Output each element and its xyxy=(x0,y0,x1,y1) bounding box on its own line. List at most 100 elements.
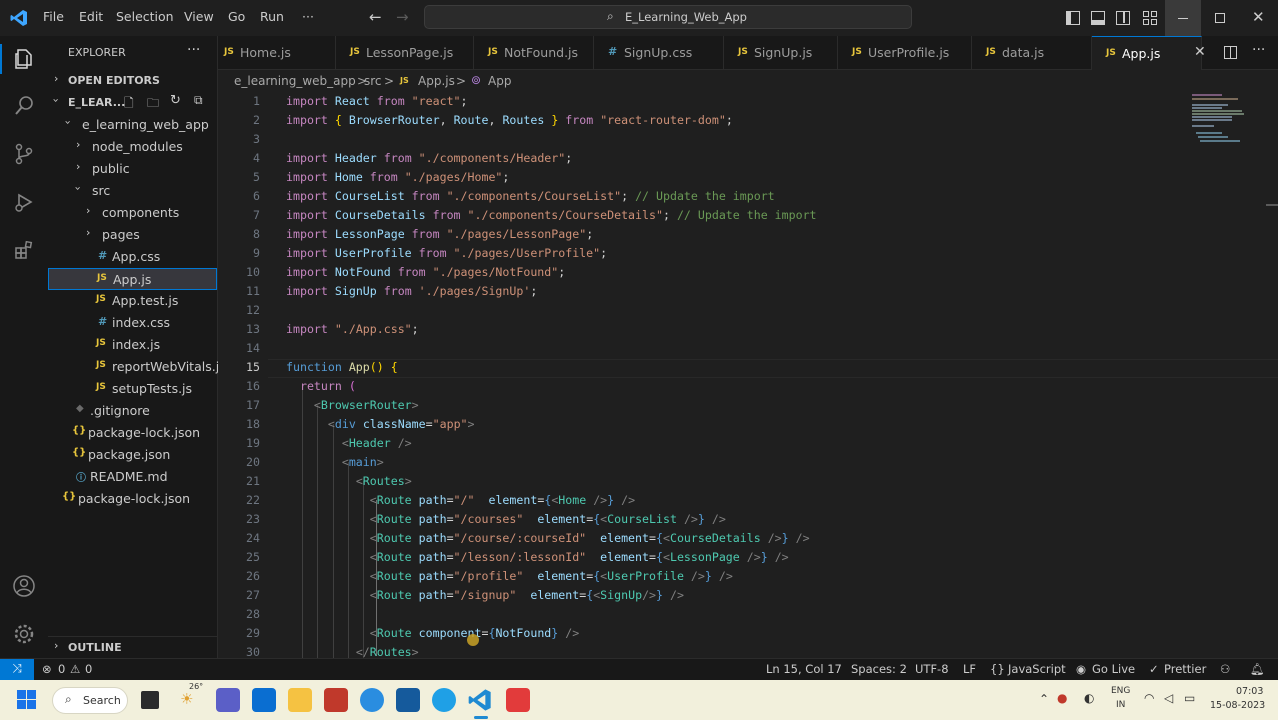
close-tab-icon[interactable]: ✕ xyxy=(1194,44,1206,60)
more-actions-icon[interactable]: ··· xyxy=(187,42,200,58)
menu-run[interactable]: Run xyxy=(260,9,284,24)
wifi-icon[interactable]: ◠ xyxy=(1144,691,1154,705)
extensions-icon[interactable] xyxy=(10,236,38,264)
minimize-button[interactable] xyxy=(1165,0,1201,36)
restore-button[interactable] xyxy=(1215,13,1225,23)
windows-start-icon[interactable] xyxy=(17,690,37,710)
tree-item-gitignore[interactable]: ◆ .gitignore xyxy=(48,400,217,422)
open-editors-section[interactable]: › OPEN EDITORS xyxy=(48,70,217,92)
tree-item-app-test-js[interactable]: JS App.test.js xyxy=(48,290,217,312)
manage-gear-icon[interactable] xyxy=(10,620,38,648)
new-file-icon[interactable]: 🗋 xyxy=(124,94,134,115)
menu-file[interactable]: File xyxy=(43,9,64,24)
remote-indicator-icon[interactable]: ⤨ xyxy=(0,659,34,681)
split-editor-icon[interactable] xyxy=(1224,46,1237,59)
tree-item-package-lock-json[interactable]: {} package-lock.json xyxy=(48,422,217,444)
customize-layout-icon[interactable] xyxy=(1143,11,1157,25)
command-center-search[interactable]: ⌕ E_Learning_Web_App xyxy=(424,5,912,29)
tree-item-package-json[interactable]: {} package.json xyxy=(48,444,217,466)
menu-edit[interactable]: Edit xyxy=(79,9,103,24)
menu-view[interactable]: View xyxy=(184,9,214,24)
tree-item-pages[interactable]: › pages xyxy=(48,224,217,246)
menu-go[interactable]: Go xyxy=(228,9,245,24)
new-folder-icon[interactable]: 🗀 xyxy=(147,94,159,115)
errors-count[interactable]: 0 xyxy=(58,662,65,676)
breadcrumb-folder[interactable]: e_learning_web_app xyxy=(234,74,356,88)
outline-section[interactable]: › OUTLINE xyxy=(48,636,217,658)
tab-home-js[interactable]: JS Home.js xyxy=(218,36,336,70)
file-explorer-icon[interactable] xyxy=(288,688,312,712)
tray-volume-icon[interactable]: ◐ xyxy=(1084,691,1094,705)
task-view-icon[interactable] xyxy=(141,691,159,709)
region-indicator[interactable]: IN xyxy=(1116,700,1125,710)
tree-item-index-css[interactable]: # index.css xyxy=(48,312,217,334)
tree-item-readme-md[interactable]: ⓘ README.md xyxy=(48,466,217,488)
forward-arrow-icon[interactable]: → xyxy=(396,8,409,26)
language-mode[interactable]: JavaScript xyxy=(1008,662,1066,676)
tab-signup-js[interactable]: JS SignUp.js xyxy=(724,36,838,70)
clock-date[interactable]: 15-08-2023 xyxy=(1210,700,1265,711)
teams-chat-icon[interactable] xyxy=(216,688,240,712)
tree-item-src[interactable]: › src xyxy=(48,180,217,202)
warnings-icon[interactable]: ⚠ xyxy=(70,662,80,676)
breadcrumb-symbol[interactable]: App xyxy=(488,74,511,88)
workspace-section[interactable]: › E_LEAR... 🗋 🗀 ↻ ⧉ xyxy=(48,92,217,114)
tab-notfound-js[interactable]: JS NotFound.js xyxy=(474,36,594,70)
language-indicator[interactable]: ENG xyxy=(1111,686,1130,696)
prettier-status[interactable]: Prettier xyxy=(1164,662,1206,676)
screen-recorder-icon[interactable] xyxy=(506,688,530,712)
breadcrumb-file[interactable]: App.js xyxy=(418,74,455,88)
vscode-taskbar-icon[interactable] xyxy=(468,688,492,712)
source-control-icon[interactable] xyxy=(10,140,38,168)
tab-signup-css[interactable]: # SignUp.css xyxy=(594,36,724,70)
tab-app-js[interactable]: JS App.js xyxy=(1092,36,1202,70)
accounts-icon[interactable] xyxy=(10,572,38,600)
toggle-secondary-sidebar-icon[interactable] xyxy=(1116,11,1130,25)
tree-item-package-lock-json[interactable]: {} package-lock.json xyxy=(48,488,217,510)
toggle-sidebar-icon[interactable] xyxy=(1066,11,1080,25)
tray-app-icon[interactable]: ● xyxy=(1057,691,1067,705)
tab-userprofile-js[interactable]: JS UserProfile.js xyxy=(838,36,972,70)
edge-dev-icon[interactable] xyxy=(360,688,384,712)
tree-item-e-learning-web-app[interactable]: › e_learning_web_app xyxy=(48,114,217,136)
speaker-icon[interactable]: ◁ xyxy=(1164,691,1173,705)
run-debug-icon[interactable] xyxy=(10,188,38,216)
mcafee-icon[interactable] xyxy=(324,688,348,712)
minimap[interactable] xyxy=(1188,92,1268,152)
notifications-bell-icon[interactable]: 🔔︎ xyxy=(1250,662,1265,676)
refresh-icon[interactable]: ↻ xyxy=(170,93,181,108)
show-hidden-icons-icon[interactable]: ⌃ xyxy=(1039,692,1049,706)
store-icon[interactable] xyxy=(396,688,420,712)
indentation[interactable]: Spaces: 2 xyxy=(851,662,907,676)
code-editor[interactable]: 1 import React from "react"; 2 import { Br… xyxy=(218,92,1278,658)
tree-item-node-modules[interactable]: › node_modules xyxy=(48,136,217,158)
search-icon[interactable] xyxy=(10,92,38,120)
toggle-panel-icon[interactable] xyxy=(1091,11,1105,25)
tree-item-public[interactable]: › public xyxy=(48,158,217,180)
tree-item-setuptests-js[interactable]: JS setupTests.js xyxy=(48,378,217,400)
edge-browser-icon[interactable] xyxy=(432,688,456,712)
tab-data-js[interactable]: JS data.js xyxy=(972,36,1092,70)
explorer-icon[interactable] xyxy=(10,45,38,73)
battery-icon[interactable]: ▭ xyxy=(1184,691,1195,705)
encoding[interactable]: UTF-8 xyxy=(915,662,949,676)
cursor-position[interactable]: Ln 15, Col 17 xyxy=(766,662,842,676)
clock-time[interactable]: 07:03 xyxy=(1236,686,1263,697)
weather-widget-icon[interactable]: ☀ 26° xyxy=(180,682,204,712)
tab-lessonpage-js[interactable]: JS LessonPage.js xyxy=(336,36,474,70)
menu-selection[interactable]: Selection xyxy=(116,9,174,24)
go-live-button[interactable]: Go Live xyxy=(1092,662,1135,676)
errors-icon[interactable]: ⊗ xyxy=(42,662,52,676)
back-arrow-icon[interactable]: ← xyxy=(369,8,382,26)
editor-more-actions-icon[interactable]: ··· xyxy=(1252,42,1265,58)
tree-item-components[interactable]: › components xyxy=(48,202,217,224)
breadcrumb-src[interactable]: src xyxy=(364,74,382,88)
tree-item-app-js[interactable]: JS App.js xyxy=(48,268,217,290)
collapse-all-icon[interactable]: ⧉ xyxy=(194,93,203,108)
accounts-status-icon[interactable]: ⚇ xyxy=(1220,662,1230,676)
warnings-count[interactable]: 0 xyxy=(85,662,92,676)
close-window-button[interactable]: ✕ xyxy=(1252,8,1265,26)
tree-item-app-css[interactable]: # App.css xyxy=(48,246,217,268)
tree-item-index-js[interactable]: JS index.js xyxy=(48,334,217,356)
tree-item-reportwebvitals-js[interactable]: JS reportWebVitals.js xyxy=(48,356,226,378)
